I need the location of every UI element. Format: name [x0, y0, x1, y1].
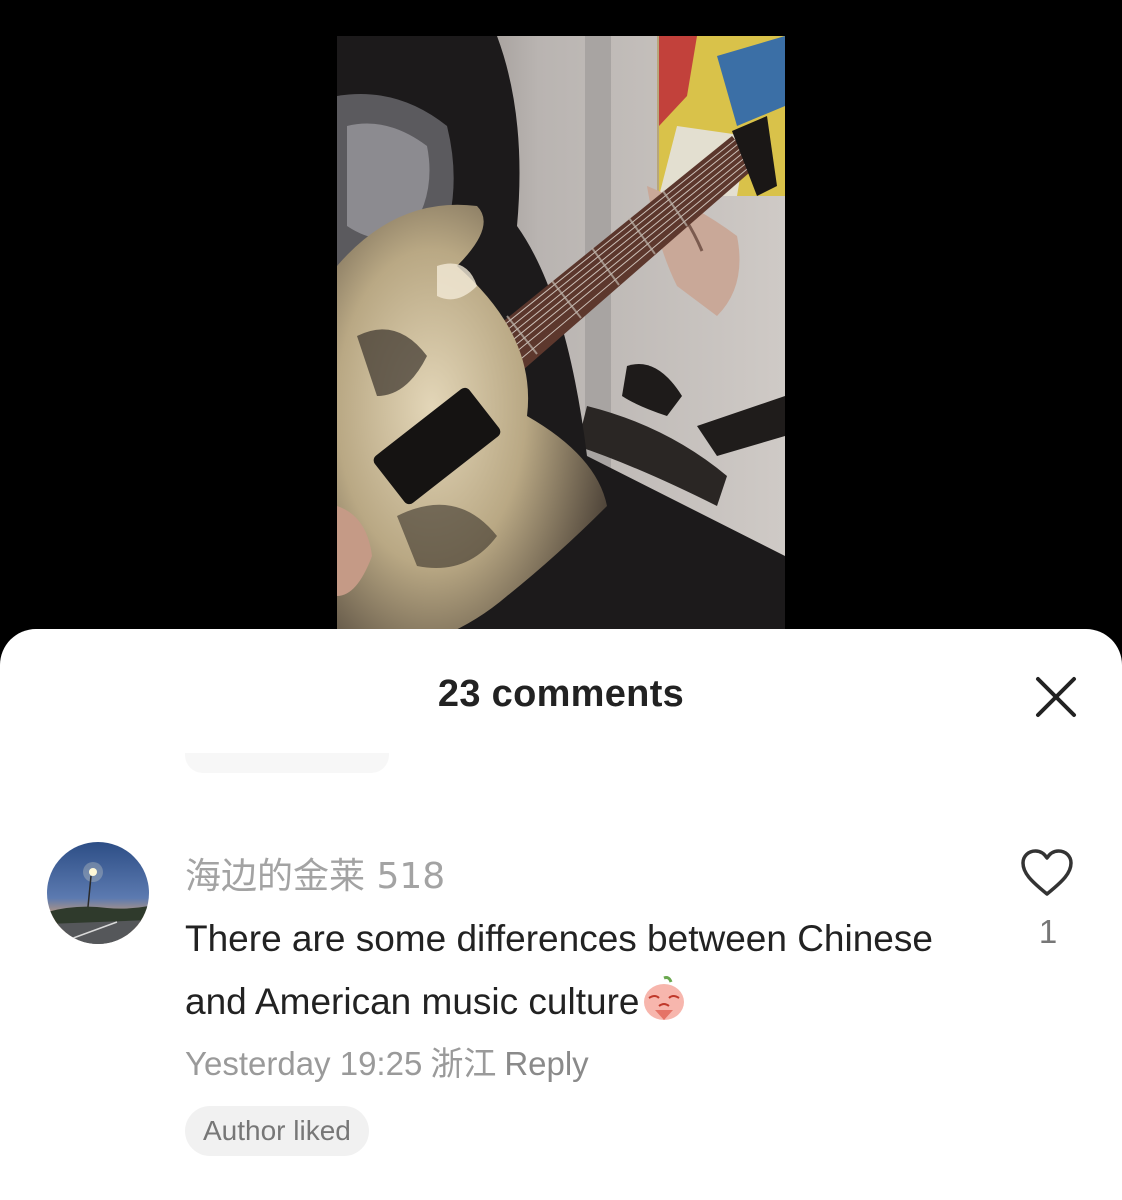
comment-body: There are some differences between Chine…	[185, 907, 945, 1033]
comment-location: 浙江	[430, 1044, 497, 1083]
close-icon[interactable]	[1030, 671, 1082, 723]
like-count: 1	[1038, 913, 1058, 950]
comment-text: There are some differences between Chine…	[185, 918, 933, 1022]
heart-outline-icon[interactable]	[1019, 847, 1075, 899]
previous-comment-badge-remnant	[185, 753, 389, 773]
screen: 23 comments 海边的金莱 518 There are some dif…	[0, 0, 1122, 1200]
avatar[interactable]	[47, 842, 149, 944]
comments-count-title: 23 comments	[437, 673, 685, 715]
comment-time: Yesterday 19:25	[185, 1045, 423, 1082]
author-liked-badge: Author liked	[185, 1106, 369, 1156]
comment-meta: Yesterday 19:25 浙江 Reply	[185, 1037, 597, 1085]
reply-button[interactable]: Reply	[504, 1045, 588, 1082]
praying-peach-emoji	[639, 974, 689, 1024]
comments-sheet: 23 comments 海边的金莱 518 There are some dif…	[0, 629, 1122, 1200]
video-frame-image	[337, 36, 785, 656]
video-player[interactable]	[337, 36, 785, 656]
comment-username[interactable]: 海边的金莱 518	[185, 847, 445, 899]
